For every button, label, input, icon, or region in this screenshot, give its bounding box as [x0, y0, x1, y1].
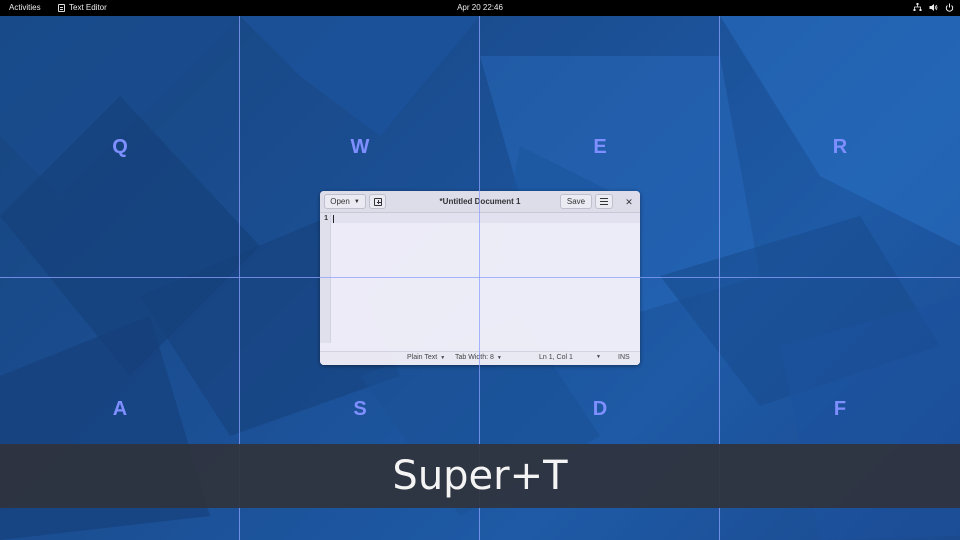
position-menu[interactable]: ▼	[596, 354, 601, 360]
grid-cell-label[interactable]: D	[580, 398, 620, 421]
line-number: 1	[324, 215, 328, 222]
grid-cell-label[interactable]: A	[100, 398, 140, 421]
system-tray[interactable]	[913, 3, 954, 12]
line-number-gutter: 1	[320, 213, 331, 343]
document-title: *Untitled Document 1	[439, 197, 521, 206]
new-tab-button[interactable]	[369, 194, 386, 209]
network-icon	[913, 3, 922, 11]
volume-icon	[929, 4, 938, 11]
language-selector[interactable]: Plain Text ▼	[407, 354, 445, 361]
top-bar: Activities Text Editor Apr 20 22:46	[0, 0, 960, 16]
save-button-label: Save	[566, 197, 586, 206]
grid-cell-label[interactable]: Q	[100, 136, 140, 159]
text-area[interactable]	[331, 213, 640, 343]
chevron-down-icon: ▼	[496, 354, 502, 361]
save-button[interactable]: Save	[560, 194, 592, 209]
open-button-label: Open	[330, 197, 350, 206]
text-cursor	[333, 215, 334, 223]
chevron-down-icon: ▼	[353, 198, 360, 205]
shortcut-text: Super+T	[392, 453, 568, 499]
grid-cell-label[interactable]: S	[340, 398, 380, 421]
hamburger-icon	[600, 198, 608, 205]
insert-mode-label: INS	[618, 354, 630, 361]
chevron-down-icon: ▼	[440, 354, 446, 361]
grid-cell-label[interactable]: E	[580, 136, 620, 159]
status-bar: Plain Text ▼ Tab Width: 8 ▼ Ln 1, Col 1 …	[320, 351, 640, 365]
cursor-position[interactable]: Ln 1, Col 1	[539, 354, 573, 361]
open-button[interactable]: Open ▼	[324, 194, 366, 209]
tab-width-label: Tab Width: 8	[455, 354, 494, 361]
grid-line-horizontal	[0, 277, 960, 278]
power-icon	[945, 3, 954, 12]
grid-cell-label[interactable]: R	[820, 136, 860, 159]
grid-cell-label[interactable]: F	[820, 398, 860, 421]
close-icon: ✕	[625, 197, 633, 207]
keyboard-shortcut-banner: Super+T	[0, 444, 960, 508]
cursor-position-label: Ln 1, Col 1	[539, 354, 573, 361]
clock[interactable]: Apr 20 22:46	[0, 3, 960, 12]
text-editor-window[interactable]: Open ▼ *Untitled Document 1 Save ✕ 1 Pla…	[320, 191, 640, 365]
header-bar: Open ▼ *Untitled Document 1 Save ✕	[320, 191, 640, 213]
close-button[interactable]: ✕	[622, 195, 636, 209]
language-label: Plain Text	[407, 354, 438, 361]
chevron-down-icon: ▼	[596, 354, 601, 360]
new-tab-icon	[373, 197, 382, 206]
main-menu-button[interactable]	[595, 194, 613, 209]
insert-mode-indicator[interactable]: INS	[618, 354, 630, 361]
grid-cell-label[interactable]: W	[340, 136, 380, 159]
